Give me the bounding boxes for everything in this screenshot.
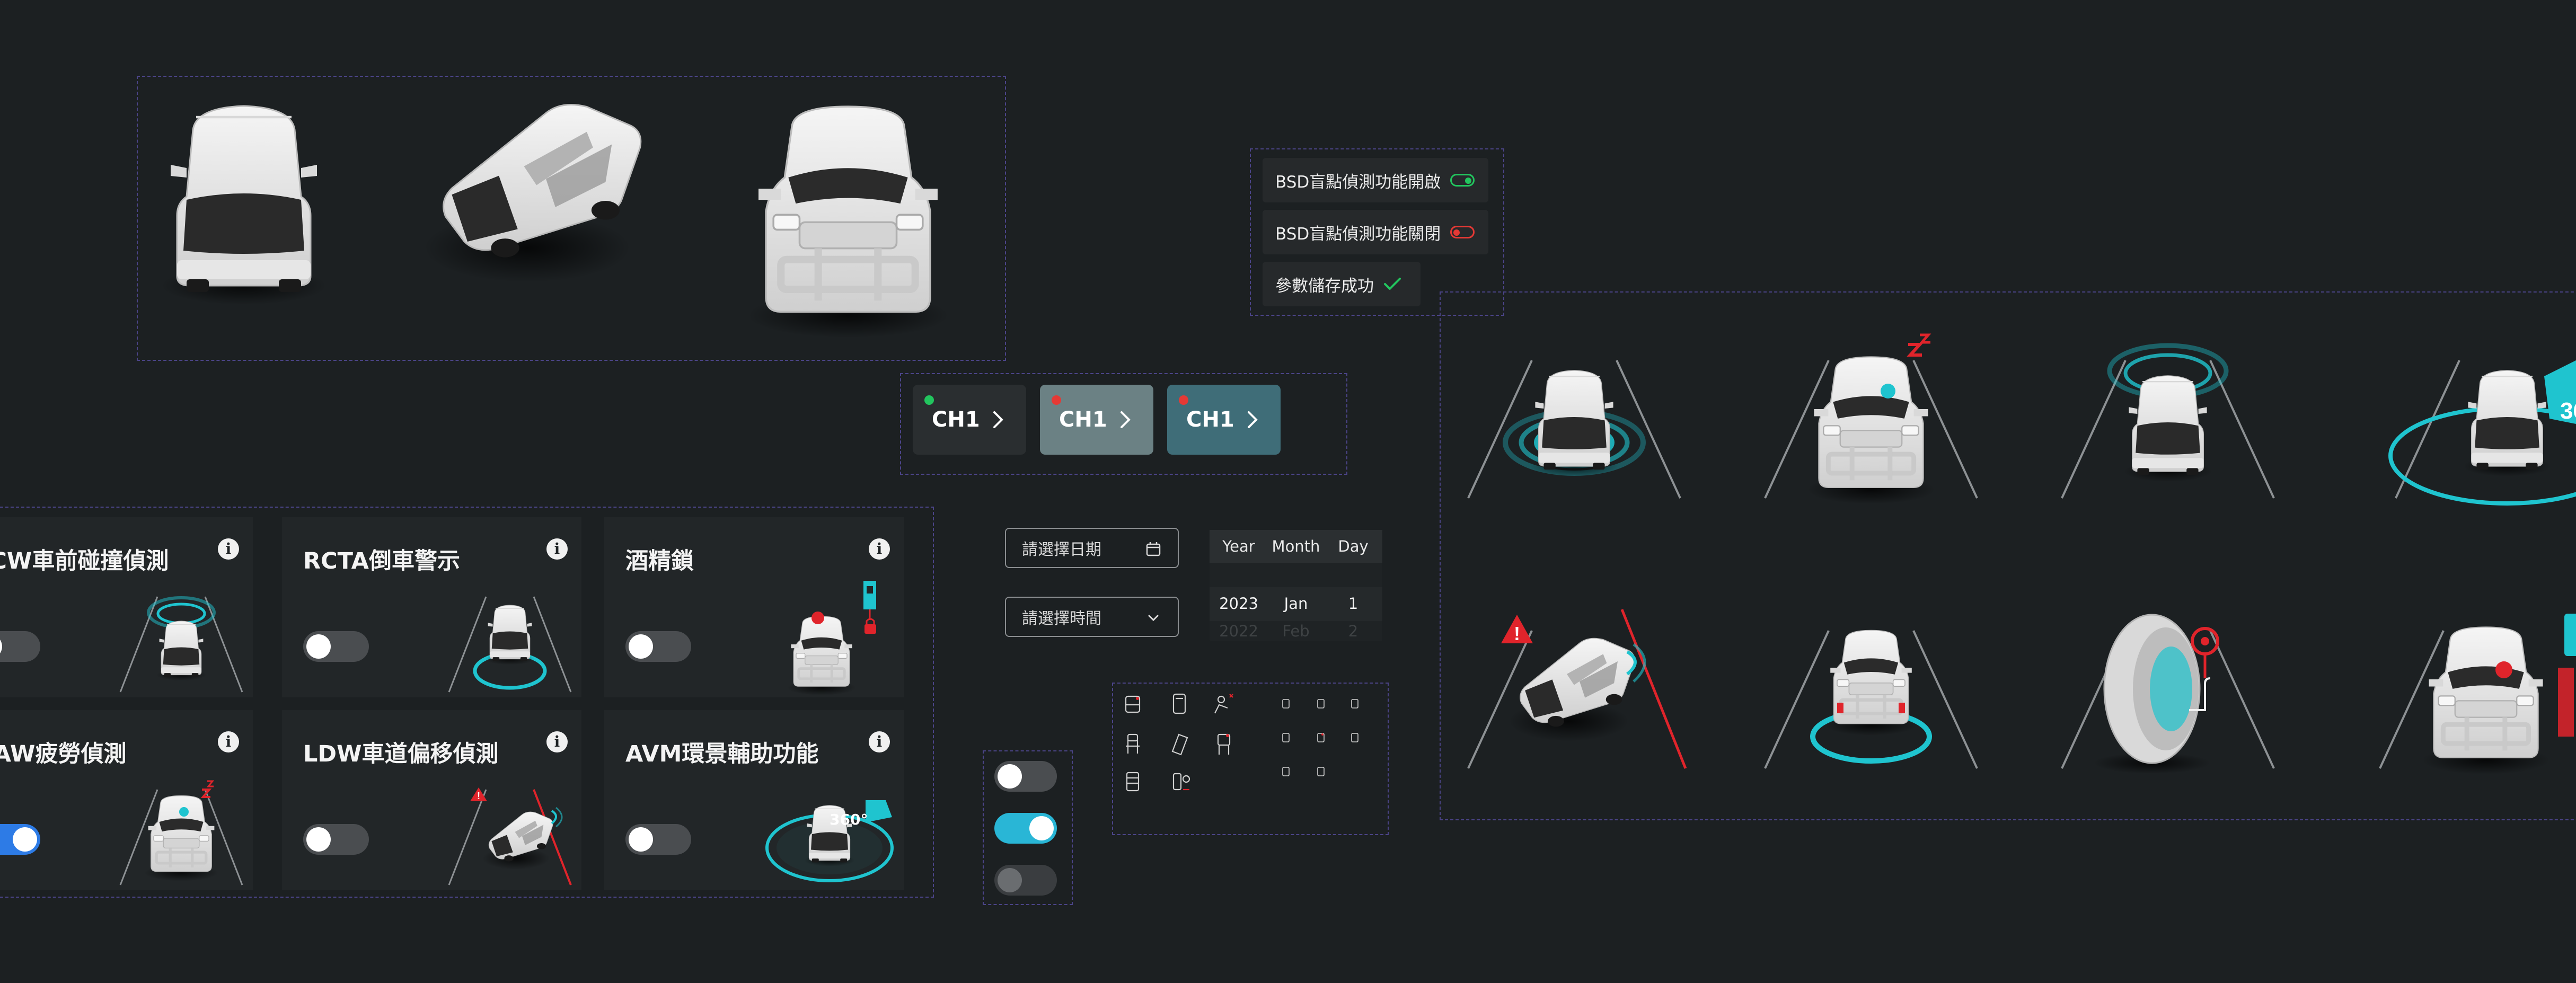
feature-switch[interactable] (625, 631, 691, 662)
lane-departure-icon: ! (448, 787, 572, 885)
channel-label: CH1 (1186, 408, 1234, 432)
info-icon[interactable]: i (869, 538, 890, 560)
radar-front-illustration (1467, 360, 1681, 499)
feature-title: RCTA倒車警示 (303, 548, 460, 574)
feature-card-ldw: LDW車道偏移偵測 i ! (282, 710, 581, 890)
icon-grid (1125, 693, 1358, 792)
feature-card-rcta: RCTA倒車警示 i (282, 517, 581, 697)
toast-bsd-on: BSD盲點偵測功能開啟 (1263, 158, 1488, 202)
switch-knob (629, 827, 653, 852)
toggle-knob (998, 764, 1022, 789)
seat-alert-icon (1125, 695, 1141, 713)
feature-switch[interactable] (625, 824, 691, 855)
year-selected[interactable]: 2023 (1210, 595, 1268, 613)
car-three-quarter-view (422, 104, 642, 284)
channel-button-2[interactable]: CH1 (1040, 385, 1153, 455)
chevron-right-icon (993, 411, 1003, 428)
toggle-disabled (994, 865, 1057, 896)
year-next[interactable]: 2022 (1210, 622, 1268, 640)
chevron-right-icon (1248, 411, 1258, 428)
feature-card-avm: AVM環景輔助功能 i 360° (604, 710, 904, 890)
switch-knob (306, 827, 331, 852)
feature-switch[interactable] (0, 631, 40, 662)
device-icon (1172, 693, 1186, 714)
channel-label: CH1 (1059, 408, 1107, 432)
info-icon[interactable]: i (218, 731, 239, 752)
car-front-view (742, 95, 954, 329)
toggle-on[interactable] (994, 813, 1057, 844)
feature-switch[interactable] (303, 631, 369, 662)
chevron-right-icon (1121, 411, 1131, 428)
month-next[interactable]: Feb (1267, 622, 1325, 640)
toggle-knob (1029, 816, 1054, 840)
checkmark-icon (1384, 278, 1401, 290)
channel-button-3[interactable]: CH1 (1167, 385, 1281, 455)
toggle-off-icon (1450, 226, 1475, 238)
day-header: Day (1338, 537, 1369, 555)
toast-bsd-off: BSD盲點偵測功能關閉 (1263, 210, 1488, 254)
channel-label: CH1 (932, 408, 980, 432)
feature-card-fcw: FCW車前碰撞偵測 i (0, 517, 253, 697)
month-header: Month (1272, 537, 1320, 555)
person-device-icon (1172, 773, 1190, 791)
status-dot (1179, 395, 1188, 405)
lane-departure-warning-illustration: ! (1467, 609, 1687, 769)
feature-switch[interactable] (0, 824, 40, 855)
date-placeholder: 請選擇日期 (1022, 541, 1101, 559)
feature-switch[interactable] (303, 824, 369, 855)
time-picker[interactable]: 請選擇時間 (1005, 597, 1179, 637)
info-icon[interactable]: i (546, 731, 568, 752)
feature-card-alcohol-lock: 酒精鎖 i (604, 517, 904, 697)
badge-360: 360° (830, 811, 868, 828)
toast-save-success: 參數儲存成功 (1263, 262, 1421, 306)
info-icon[interactable]: i (218, 538, 239, 560)
feature-card-daw: DAW疲勞偵測 i (0, 710, 253, 890)
feature-title: 酒精鎖 (625, 548, 694, 574)
status-dot (924, 395, 934, 405)
rear-cross-traffic-icon (448, 596, 572, 693)
toggle-off[interactable] (994, 761, 1057, 792)
toast-text: BSD盲點偵測功能開啟 (1275, 172, 1441, 192)
month-selected[interactable]: Jan (1267, 595, 1325, 613)
year-header: Year (1222, 537, 1255, 555)
switch-knob (13, 827, 37, 852)
feature-title: DAW疲勞偵測 (0, 741, 127, 767)
calendar-icon (1146, 542, 1161, 556)
switch-knob (0, 634, 2, 659)
alcohol-interlock-illustration (2379, 614, 2576, 774)
switch-knob (306, 634, 331, 659)
svg-text:360: 360 (2560, 398, 2576, 424)
day-next[interactable]: 2 (1324, 622, 1382, 640)
seat-icon (1126, 733, 1140, 754)
time-placeholder: 請選擇時間 (1022, 609, 1101, 628)
rear-radar-illustration (2061, 343, 2275, 499)
surround-360-illustration: 360 (2388, 360, 2576, 506)
svg-text:!: ! (477, 791, 480, 801)
svg-text:!: ! (1514, 623, 1520, 644)
switch-knob (629, 634, 653, 659)
fatigue-detection-icon (119, 780, 243, 885)
info-icon[interactable]: i (869, 731, 890, 752)
tire-pressure-illustration (2061, 614, 2275, 774)
car-rear-view (164, 95, 323, 307)
channel-button-1[interactable]: CH1 (913, 385, 1026, 455)
toast-text: BSD盲點偵測功能關閉 (1275, 224, 1441, 244)
tilted-device-icon (1171, 733, 1188, 756)
status-dot (1052, 395, 1061, 405)
toggle-knob (998, 868, 1022, 892)
day-selected[interactable]: 1 (1324, 595, 1382, 613)
rear-sensor-illustration (1764, 599, 1978, 769)
front-collision-icon (119, 596, 243, 693)
driver-alert-icon (1214, 694, 1233, 714)
chevron-down-icon (1148, 615, 1159, 622)
alcohol-lock-icon (761, 581, 876, 697)
seat-alert-2-icon (1217, 733, 1231, 755)
info-icon[interactable]: i (546, 538, 568, 560)
toast-text: 參數儲存成功 (1275, 276, 1374, 296)
date-picker[interactable]: 請選擇日期 (1005, 528, 1179, 568)
toggle-on-icon (1450, 174, 1475, 187)
driver-fatigue-illustration (1764, 333, 1978, 503)
battery-stack-icon (1126, 772, 1140, 792)
